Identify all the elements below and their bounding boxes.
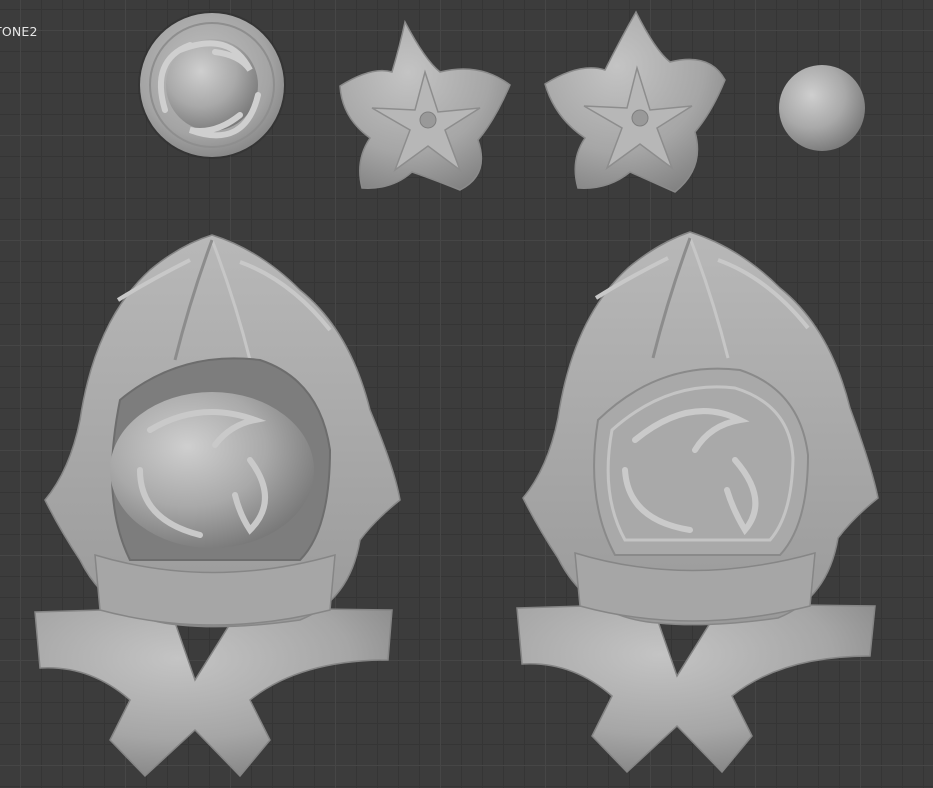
hood-model-closed[interactable] [516, 231, 879, 774]
hood-model-open[interactable] [34, 234, 401, 778]
flower-model-2[interactable] [544, 10, 726, 193]
sphere-model[interactable] [779, 65, 865, 151]
3d-viewport[interactable]: TONE2 [0, 0, 933, 788]
coin-emblem-model[interactable] [138, 11, 286, 159]
flower-model-1[interactable] [339, 19, 511, 191]
scene-render [34, 10, 879, 778]
